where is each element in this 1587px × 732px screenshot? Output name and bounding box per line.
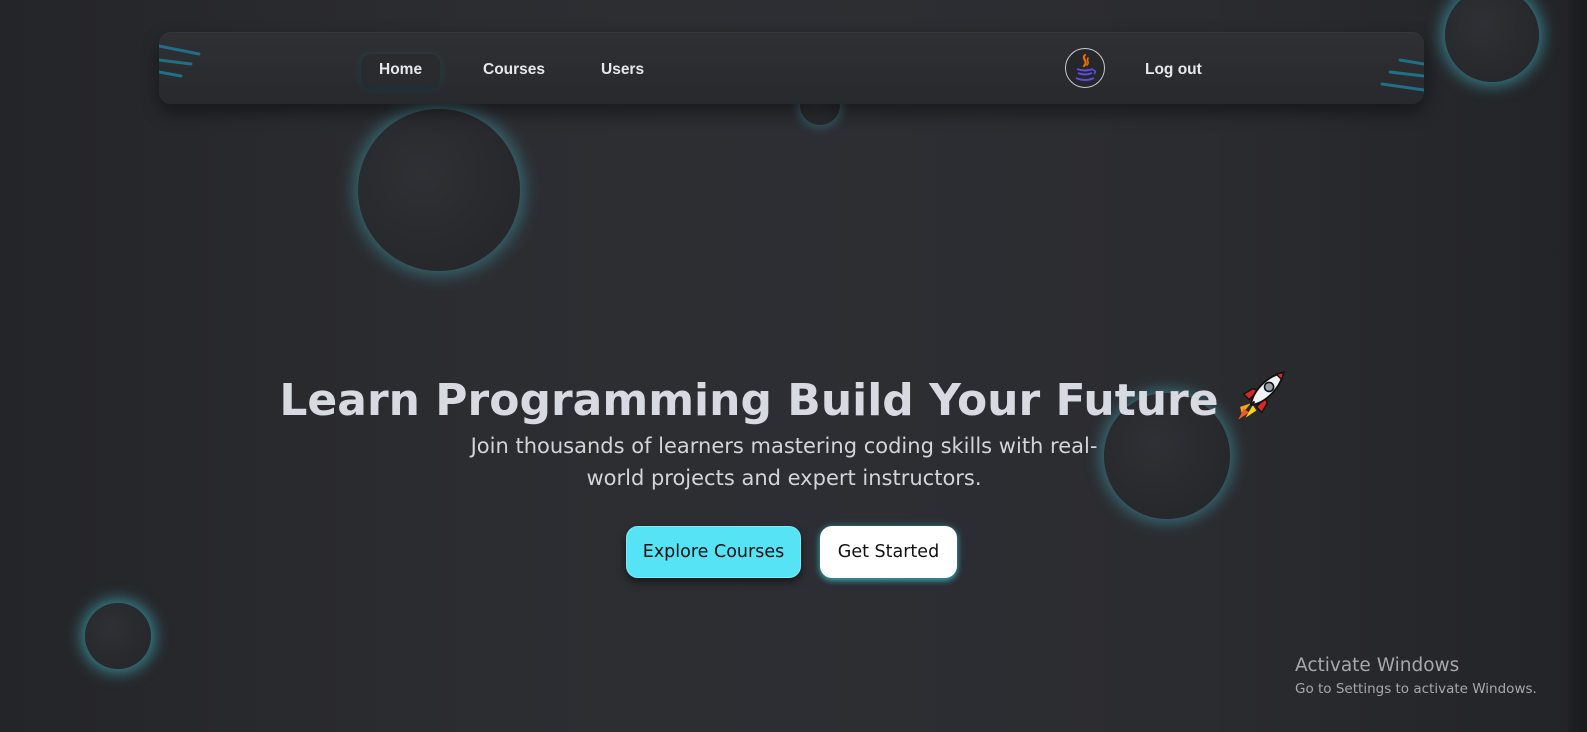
watermark-subtitle: Go to Settings to activate Windows. — [1295, 681, 1537, 697]
decorative-lines-icon — [1380, 58, 1424, 92]
decorative-lines-icon — [159, 44, 201, 78]
watermark-title: Activate Windows — [1295, 655, 1460, 676]
nav-courses-link[interactable]: Courses — [465, 54, 563, 86]
decorative-orb — [1445, 0, 1539, 82]
decorative-orb — [85, 603, 151, 669]
hero-subtitle: Join thousands of learners mastering cod… — [470, 434, 1098, 490]
java-coffee-cup-icon — [1075, 53, 1097, 81]
rocket-icon — [1237, 371, 1285, 420]
top-navbar: Home Courses Users Log out — [159, 32, 1424, 104]
nav-users-link[interactable]: Users — [583, 54, 662, 86]
explore-courses-button[interactable]: Explore Courses — [626, 526, 801, 578]
get-started-button[interactable]: Get Started — [820, 526, 957, 578]
logout-link[interactable]: Log out — [1127, 54, 1220, 86]
decorative-orb — [358, 109, 520, 271]
hero-title-text: Learn Programming Build Your Future — [279, 375, 1219, 426]
page-scrollbar[interactable] — [1568, 0, 1587, 732]
hero-title: Learn Programming Build Your Future — [0, 367, 1568, 426]
avatar[interactable] — [1065, 48, 1105, 88]
nav-home-link[interactable]: Home — [361, 54, 441, 86]
activate-windows-watermark: Activate Windows Go to Settings to activ… — [1295, 653, 1537, 699]
